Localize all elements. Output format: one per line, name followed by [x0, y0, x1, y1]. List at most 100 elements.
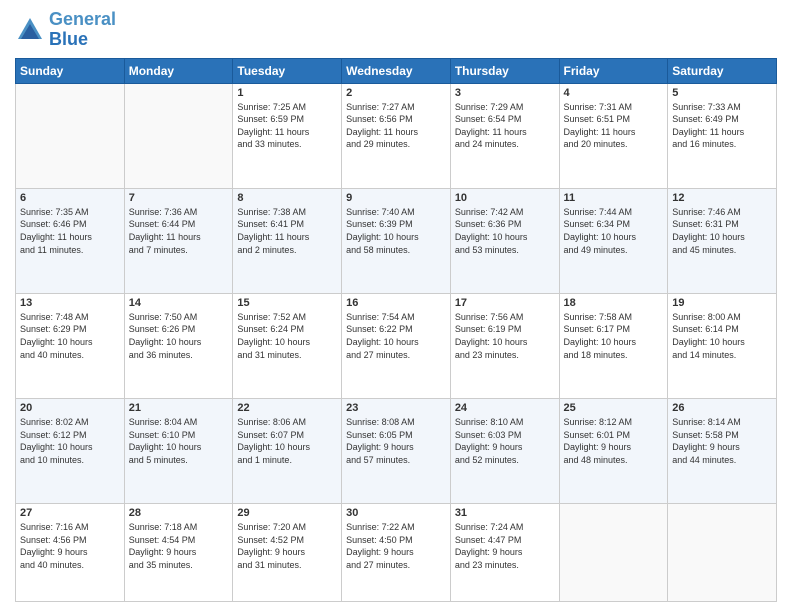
- day-info: Sunrise: 7:35 AM Sunset: 6:46 PM Dayligh…: [20, 206, 120, 256]
- calendar-week-row: 13 Sunrise: 7:48 AM Sunset: 6:29 PM Dayli…: [16, 293, 777, 398]
- calendar-cell: 30Sunrise: 7:22 AM Sunset: 4:50 PM Dayli…: [342, 504, 451, 602]
- day-number: 24: [455, 402, 555, 414]
- header: General Blue: [15, 10, 777, 50]
- calendar-cell: 1Sunrise: 7:25 AM Sunset: 6:59 PM Daylig…: [233, 83, 342, 188]
- day-number: 9: [346, 192, 446, 204]
- day-number: 5: [672, 87, 772, 99]
- calendar-cell: 3 Sunrise: 7:29 AM Sunset: 6:54 PM Daylig…: [450, 83, 559, 188]
- calendar-cell: 6 Sunrise: 7:35 AM Sunset: 6:46 PM Daylig…: [16, 188, 125, 293]
- calendar-cell: 5 Sunrise: 7:33 AM Sunset: 6:49 PM Daylig…: [668, 83, 777, 188]
- day-number: 19: [672, 297, 772, 309]
- day-info: Sunrise: 8:00 AM Sunset: 6:14 PM Dayligh…: [672, 311, 772, 361]
- weekday-header: Sunday: [16, 58, 125, 83]
- logo-icon: [15, 15, 45, 45]
- day-number: 8: [237, 192, 337, 204]
- day-info: Sunrise: 7:54 AM Sunset: 6:22 PM Dayligh…: [346, 311, 446, 361]
- day-info: Sunrise: 7:50 AM Sunset: 6:26 PM Dayligh…: [129, 311, 229, 361]
- weekday-header: Saturday: [668, 58, 777, 83]
- weekday-header: Thursday: [450, 58, 559, 83]
- day-info: Sunrise: 8:08 AM Sunset: 6:05 PM Dayligh…: [346, 416, 446, 466]
- calendar-cell: 7 Sunrise: 7:36 AM Sunset: 6:44 PM Daylig…: [124, 188, 233, 293]
- day-number: 31: [455, 507, 555, 519]
- day-number: 20: [20, 402, 120, 414]
- day-number: 27: [20, 507, 120, 519]
- day-info: Sunrise: 8:02 AM Sunset: 6:12 PM Dayligh…: [20, 416, 120, 466]
- calendar-cell: 16 Sunrise: 7:54 AM Sunset: 6:22 PM Dayli…: [342, 293, 451, 398]
- day-number: 16: [346, 297, 446, 309]
- calendar-cell: 4Sunrise: 7:31 AM Sunset: 6:51 PM Daylig…: [559, 83, 668, 188]
- calendar-cell: 23Sunrise: 8:08 AM Sunset: 6:05 PM Dayli…: [342, 399, 451, 504]
- day-info: Sunrise: 7:42 AM Sunset: 6:36 PM Dayligh…: [455, 206, 555, 256]
- day-info: Sunrise: 7:58 AM Sunset: 6:17 PM Dayligh…: [564, 311, 664, 361]
- calendar-table: SundayMondayTuesdayWednesdayThursdayFrid…: [15, 58, 777, 602]
- day-number: 13: [20, 297, 120, 309]
- calendar-cell: 21 Sunrise: 8:04 AM Sunset: 6:10 PM Dayli…: [124, 399, 233, 504]
- calendar-cell: 10 Sunrise: 7:42 AM Sunset: 6:36 PM Dayli…: [450, 188, 559, 293]
- day-info: Sunrise: 7:27 AM Sunset: 6:56 PM Dayligh…: [346, 101, 446, 151]
- day-number: 14: [129, 297, 229, 309]
- day-info: Sunrise: 7:56 AM Sunset: 6:19 PM Dayligh…: [455, 311, 555, 361]
- calendar-cell: 20 Sunrise: 8:02 AM Sunset: 6:12 PM Dayli…: [16, 399, 125, 504]
- calendar-week-row: 27 Sunrise: 7:16 AM Sunset: 4:56 PM Dayli…: [16, 504, 777, 602]
- day-info: Sunrise: 7:46 AM Sunset: 6:31 PM Dayligh…: [672, 206, 772, 256]
- day-number: 25: [564, 402, 664, 414]
- day-number: 10: [455, 192, 555, 204]
- day-number: 6: [20, 192, 120, 204]
- calendar-header-row: SundayMondayTuesdayWednesdayThursdayFrid…: [16, 58, 777, 83]
- day-info: Sunrise: 7:16 AM Sunset: 4:56 PM Dayligh…: [20, 521, 120, 571]
- day-info: Sunrise: 7:20 AM Sunset: 4:52 PM Dayligh…: [237, 521, 337, 571]
- weekday-header: Monday: [124, 58, 233, 83]
- calendar-cell: [559, 504, 668, 602]
- day-number: 7: [129, 192, 229, 204]
- logo: General Blue: [15, 10, 116, 50]
- day-info: Sunrise: 7:48 AM Sunset: 6:29 PM Dayligh…: [20, 311, 120, 361]
- calendar-cell: 14 Sunrise: 7:50 AM Sunset: 6:26 PM Dayli…: [124, 293, 233, 398]
- day-info: Sunrise: 8:04 AM Sunset: 6:10 PM Dayligh…: [129, 416, 229, 466]
- calendar-cell: 19 Sunrise: 8:00 AM Sunset: 6:14 PM Dayli…: [668, 293, 777, 398]
- day-number: 17: [455, 297, 555, 309]
- day-number: 18: [564, 297, 664, 309]
- day-info: Sunrise: 7:33 AM Sunset: 6:49 PM Dayligh…: [672, 101, 772, 151]
- day-info: Sunrise: 8:06 AM Sunset: 6:07 PM Dayligh…: [237, 416, 337, 466]
- weekday-header: Wednesday: [342, 58, 451, 83]
- weekday-header: Tuesday: [233, 58, 342, 83]
- day-info: Sunrise: 8:10 AM Sunset: 6:03 PM Dayligh…: [455, 416, 555, 466]
- calendar-cell: 13 Sunrise: 7:48 AM Sunset: 6:29 PM Dayli…: [16, 293, 125, 398]
- day-info: Sunrise: 7:52 AM Sunset: 6:24 PM Dayligh…: [237, 311, 337, 361]
- calendar-cell: 18 Sunrise: 7:58 AM Sunset: 6:17 PM Dayli…: [559, 293, 668, 398]
- calendar-cell: 12 Sunrise: 7:46 AM Sunset: 6:31 PM Dayli…: [668, 188, 777, 293]
- day-info: Sunrise: 7:31 AM Sunset: 6:51 PM Dayligh…: [564, 101, 664, 151]
- calendar-cell: 28Sunrise: 7:18 AM Sunset: 4:54 PM Dayli…: [124, 504, 233, 602]
- calendar-cell: 15 Sunrise: 7:52 AM Sunset: 6:24 PM Dayli…: [233, 293, 342, 398]
- day-number: 22: [237, 402, 337, 414]
- calendar-cell: 9 Sunrise: 7:40 AM Sunset: 6:39 PM Daylig…: [342, 188, 451, 293]
- day-info: Sunrise: 7:40 AM Sunset: 6:39 PM Dayligh…: [346, 206, 446, 256]
- day-number: 26: [672, 402, 772, 414]
- day-number: 12: [672, 192, 772, 204]
- day-info: Sunrise: 7:36 AM Sunset: 6:44 PM Dayligh…: [129, 206, 229, 256]
- calendar-week-row: 6 Sunrise: 7:35 AM Sunset: 6:46 PM Daylig…: [16, 188, 777, 293]
- calendar-cell: 25Sunrise: 8:12 AM Sunset: 6:01 PM Dayli…: [559, 399, 668, 504]
- day-info: Sunrise: 8:14 AM Sunset: 5:58 PM Dayligh…: [672, 416, 772, 466]
- day-number: 3: [455, 87, 555, 99]
- day-info: Sunrise: 7:29 AM Sunset: 6:54 PM Dayligh…: [455, 101, 555, 151]
- day-info: Sunrise: 7:38 AM Sunset: 6:41 PM Dayligh…: [237, 206, 337, 256]
- calendar-cell: [16, 83, 125, 188]
- calendar-week-row: 20 Sunrise: 8:02 AM Sunset: 6:12 PM Dayli…: [16, 399, 777, 504]
- day-number: 29: [237, 507, 337, 519]
- day-number: 21: [129, 402, 229, 414]
- day-info: Sunrise: 7:44 AM Sunset: 6:34 PM Dayligh…: [564, 206, 664, 256]
- logo-text: General Blue: [49, 10, 116, 50]
- calendar-week-row: 1Sunrise: 7:25 AM Sunset: 6:59 PM Daylig…: [16, 83, 777, 188]
- day-number: 15: [237, 297, 337, 309]
- page: General Blue SundayMondayTuesdayWednesda…: [0, 0, 792, 612]
- calendar-cell: 31 Sunrise: 7:24 AM Sunset: 4:47 PM Dayli…: [450, 504, 559, 602]
- day-info: Sunrise: 7:22 AM Sunset: 4:50 PM Dayligh…: [346, 521, 446, 571]
- day-number: 11: [564, 192, 664, 204]
- calendar-cell: [668, 504, 777, 602]
- calendar-cell: 29 Sunrise: 7:20 AM Sunset: 4:52 PM Dayli…: [233, 504, 342, 602]
- calendar-cell: [124, 83, 233, 188]
- day-info: Sunrise: 7:25 AM Sunset: 6:59 PM Dayligh…: [237, 101, 337, 151]
- calendar-cell: 26 Sunrise: 8:14 AM Sunset: 5:58 PM Dayli…: [668, 399, 777, 504]
- day-info: Sunrise: 7:24 AM Sunset: 4:47 PM Dayligh…: [455, 521, 555, 571]
